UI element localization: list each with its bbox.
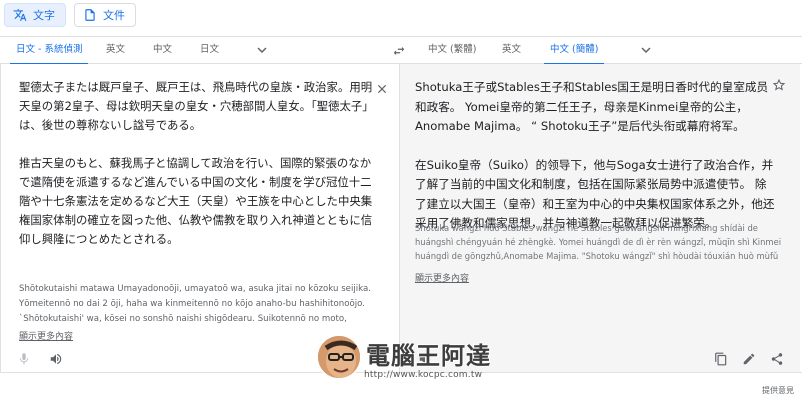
language-bar: 日文 - 系統偵測 英文 中文 日文 中文 (繁體) 英文 中文 (簡體) [0,36,802,65]
source-listen-icon[interactable] [49,352,63,366]
save-translation-star-icon[interactable] [772,78,786,92]
feedback-link[interactable]: 提供意見 [762,385,794,396]
source-romanization: Shōtokutaishi matawa Umayadonoōji, umaya… [19,284,371,324]
target-lang-simplified-chinese-tab[interactable]: 中文 (簡體) [543,37,605,65]
microphone-icon[interactable] [17,352,31,366]
watermark: 電腦王阿達 http://www.kocpc.com.tw [316,334,506,390]
target-lang-english-tab[interactable]: 英文 [502,37,521,64]
source-text-area[interactable]: 聖德太子または厩戸皇子、厩戸王は、飛鳥時代の皇族・政治家。用明天皇の第2皇子、母… [19,78,377,268]
source-paragraph-1: 聖德太子または厩戸皇子、厩戸王は、飛鳥時代の皇族・政治家。用明天皇の第2皇子、母… [19,80,374,132]
watermark-title: 電腦王阿達 [366,342,491,370]
text-mode-button[interactable]: 文字 [4,3,66,27]
document-mode-label: 文件 [103,9,125,22]
document-mode-button[interactable]: 文件 [74,3,136,27]
mode-switcher: 文字 文件 [0,0,140,30]
translation-paragraph-1: Shotuka王子或Stables王子和Stables国王是明日香时代的皇室成员… [415,80,769,133]
translate-icon [13,9,27,21]
avatar-face-icon [318,336,360,378]
translate-app: 文字 文件 日文 - 系統偵測 英文 中文 日文 中文 (繁體) 英文 中文 (… [0,0,802,400]
target-lang-traditional-chinese-tab[interactable]: 中文 (繁體) [428,37,476,64]
copy-icon[interactable] [714,352,728,366]
clear-source-icon[interactable] [375,82,389,96]
source-lang-chinese-tab[interactable]: 中文 [153,37,172,64]
share-icon[interactable] [770,352,784,366]
swap-languages-icon[interactable] [392,44,406,58]
source-lang-english-tab[interactable]: 英文 [106,37,125,64]
target-lang-more-chevron-icon[interactable] [640,45,652,55]
text-mode-label: 文字 [33,9,55,22]
source-lang-detected-tab[interactable]: 日文 - 系統偵測 [9,37,89,65]
translation-romanization: Shotuka wángzǐ huò Stables wángzǐ hé Sta… [415,223,782,261]
target-panel: Shotuka王子或Stables王子和Stables国王是明日香时代的皇室成员… [400,64,800,372]
source-show-more-link[interactable]: 顯示更多內容 [19,329,73,342]
watermark-url: http://www.kocpc.com.tw [364,370,483,380]
source-panel[interactable]: 聖德太子または厩戸皇子、厩戸王は、飛鳥時代の皇族・政治家。用明天皇の第2皇子、母… [0,64,400,372]
edit-icon[interactable] [742,352,756,366]
source-paragraph-2: 推古天皇のもと、蘇我馬子と協調して政治を行い、国際的緊張のなかで遣隋使を派遣する… [19,156,373,246]
document-icon [85,9,95,21]
source-lang-japanese-tab[interactable]: 日文 [200,37,219,64]
source-lang-more-chevron-icon[interactable] [256,45,268,55]
watermark-avatar [316,334,362,380]
target-show-more-link[interactable]: 顯示更多內容 [415,271,469,284]
